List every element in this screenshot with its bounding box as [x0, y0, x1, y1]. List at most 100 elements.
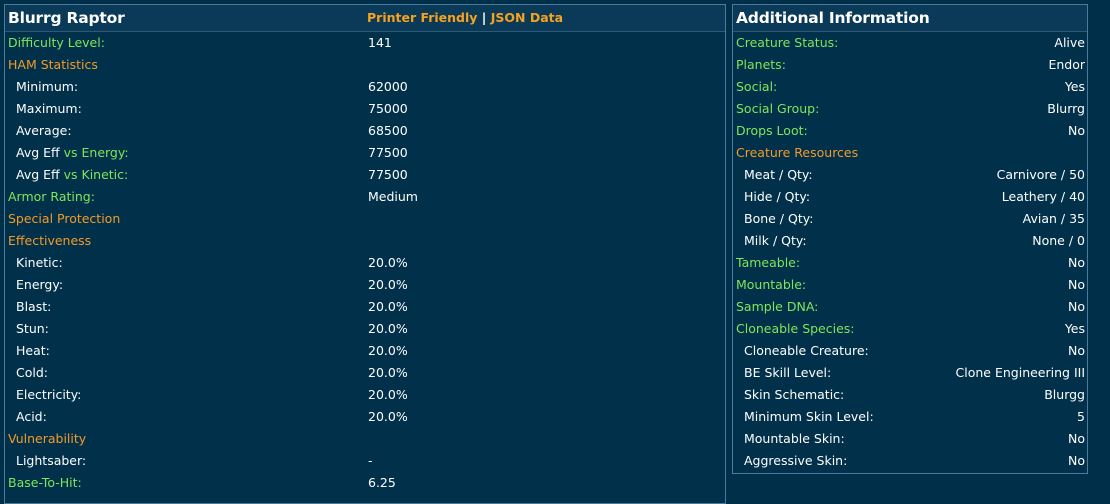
stat-value: 20.0% [368, 387, 408, 402]
info-label: Drops Loot: [736, 123, 808, 138]
stat-row-blast: Blast: 20.0% [5, 296, 725, 318]
stat-label: Avg Eff vs Energy: [16, 142, 129, 164]
stat-label: Stun: [16, 321, 49, 336]
info-value: None / 0 [1032, 233, 1085, 248]
stat-row-avg-eff-energy: Avg Eff vs Energy: 77500 [5, 142, 725, 164]
stat-label: Acid: [16, 409, 47, 424]
section-special-protection: Special Protection [5, 208, 725, 230]
info-row-social-group: Social Group: Blurrg [733, 98, 1087, 120]
info-label: Meat / Qty: [744, 167, 813, 182]
creature-stats-panel: Blurrg Raptor Printer Friendly | JSON Da… [4, 4, 726, 504]
info-row-mountable: Mountable: No [733, 274, 1087, 296]
stat-label: Difficulty Level: [8, 35, 105, 50]
stat-value: 68500 [368, 123, 408, 138]
stat-row-cold: Cold: 20.0% [5, 362, 725, 384]
stat-value: Medium [368, 189, 418, 204]
stat-value: 77500 [368, 167, 408, 182]
info-row-aggressive-skin: Aggressive Skin: No [733, 450, 1087, 472]
info-label: Social Group: [736, 101, 820, 116]
additional-info-panel: Additional Information Creature Status: A… [732, 4, 1088, 474]
info-value: No [1068, 453, 1085, 468]
info-value: Endor [1048, 57, 1085, 72]
stat-row-electricity: Electricity: 20.0% [5, 384, 725, 406]
stat-label: Kinetic: [16, 255, 63, 270]
section-label: Effectiveness [8, 233, 92, 248]
stat-row-difficulty-level: Difficulty Level: 141 [5, 32, 725, 54]
info-value: No [1068, 277, 1085, 292]
section-ham-statistics: HAM Statistics [5, 54, 725, 76]
info-row-milk: Milk / Qty: None / 0 [733, 230, 1087, 252]
stat-row-maximum: Maximum: 75000 [5, 98, 725, 120]
stat-value: 75000 [368, 101, 408, 116]
stat-label-suffix: vs Kinetic: [63, 167, 129, 182]
info-value: Alive [1054, 35, 1085, 50]
info-row-creature-status: Creature Status: Alive [733, 32, 1087, 54]
creature-name-title: Blurrg Raptor [8, 9, 125, 27]
section-effectiveness: Effectiveness [5, 230, 725, 252]
info-value: Yes [1064, 79, 1085, 94]
section-label: HAM Statistics [8, 57, 98, 72]
stat-label: Minimum: [16, 79, 79, 94]
section-label: Creature Resources [736, 145, 859, 160]
stat-value: 20.0% [368, 321, 408, 336]
section-label: Special Protection [8, 211, 121, 226]
info-row-tameable: Tameable: No [733, 252, 1087, 274]
info-label: Mountable: [736, 277, 807, 292]
stat-label: Cold: [16, 365, 48, 380]
json-data-link[interactable]: JSON Data [491, 10, 563, 25]
info-label: Minimum Skin Level: [744, 409, 874, 424]
info-label: Social: [736, 79, 778, 94]
info-row-minimum-skin-level: Minimum Skin Level: 5 [733, 406, 1087, 428]
stat-label: Armor Rating: [8, 189, 95, 204]
info-value: No [1068, 255, 1085, 270]
info-value: No [1068, 123, 1085, 138]
stat-row-average: Average: 68500 [5, 120, 725, 142]
stat-row-armor-rating: Armor Rating: Medium [5, 186, 725, 208]
info-label: Bone / Qty: [744, 211, 814, 226]
stat-row-lightsaber: Lightsaber: - [5, 450, 725, 472]
stat-label: Average: [16, 123, 72, 138]
stat-label: Avg Eff vs Kinetic: [16, 164, 128, 186]
info-row-hide: Hide / Qty: Leathery / 40 [733, 186, 1087, 208]
stat-value: 20.0% [368, 343, 408, 358]
info-row-social: Social: Yes [733, 76, 1087, 98]
stat-row-minimum: Minimum: 62000 [5, 76, 725, 98]
stat-label: Base-To-Hit: [8, 475, 82, 490]
stat-value: - [368, 453, 373, 468]
stat-label: Blast: [16, 299, 52, 314]
stat-label-suffix: vs Energy: [63, 145, 129, 160]
info-row-drops-loot: Drops Loot: No [733, 120, 1087, 142]
info-row-sample-dna: Sample DNA: No [733, 296, 1087, 318]
section-creature-resources: Creature Resources [733, 142, 1087, 164]
info-value: No [1068, 343, 1085, 358]
stat-row-base-to-hit: Base-To-Hit: 6.25 [5, 472, 725, 494]
info-value: Carnivore / 50 [996, 167, 1085, 182]
info-row-bone: Bone / Qty: Avian / 35 [733, 208, 1087, 230]
stat-value: 62000 [368, 79, 408, 94]
stat-row-stun: Stun: 20.0% [5, 318, 725, 340]
stat-row-kinetic: Kinetic: 20.0% [5, 252, 725, 274]
stat-value: 20.0% [368, 277, 408, 292]
info-label: Aggressive Skin: [744, 453, 848, 468]
stat-row-avg-eff-kinetic: Avg Eff vs Kinetic: 77500 [5, 164, 725, 186]
additional-info-title: Additional Information [736, 9, 930, 27]
creature-stats-header: Blurrg Raptor Printer Friendly | JSON Da… [5, 5, 725, 32]
stat-label: Maximum: [16, 101, 82, 116]
info-row-mountable-skin: Mountable Skin: No [733, 428, 1087, 450]
stat-row-energy: Energy: 20.0% [5, 274, 725, 296]
info-value: Blurgg [1044, 387, 1085, 402]
stat-label: Energy: [16, 277, 64, 292]
info-label: Planets: [736, 57, 786, 72]
stat-label: Heat: [16, 343, 50, 358]
info-row-cloneable-creature: Cloneable Creature: No [733, 340, 1087, 362]
stat-value: 20.0% [368, 255, 408, 270]
info-value: Blurrg [1047, 101, 1085, 116]
additional-info-header: Additional Information [733, 5, 1087, 32]
info-value: Leathery / 40 [1001, 189, 1085, 204]
stat-label-prefix: Avg Eff [16, 167, 64, 182]
stat-value: 20.0% [368, 299, 408, 314]
info-label: BE Skill Level: [744, 365, 832, 380]
printer-friendly-link[interactable]: Printer Friendly [367, 10, 477, 25]
info-value: No [1068, 431, 1085, 446]
info-label: Tameable: [736, 255, 801, 270]
